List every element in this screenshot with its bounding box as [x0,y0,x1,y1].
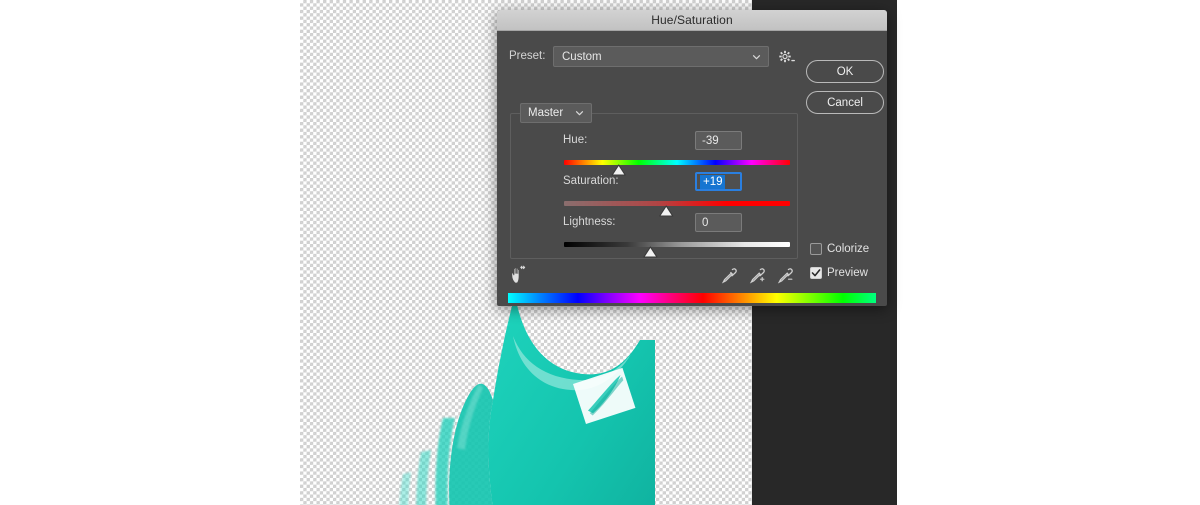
lightness-label: Lightness: [563,216,616,228]
hue-value: -39 [702,134,719,147]
hand-scrubby-icon[interactable] [509,265,527,284]
saturation-thumb[interactable] [658,205,675,218]
preview-label: Preview [827,267,868,279]
lightness-track[interactable] [564,242,790,247]
dialog-body: Preset: Custom OK Cancel Master Hue: -39… [497,31,887,306]
colorize-label: Colorize [827,243,870,255]
screenshot-root: Hue/Saturation Preset: Custom OK Cancel … [0,0,1200,505]
dialog-titlebar[interactable]: Hue/Saturation [497,10,887,31]
source-hue-bar[interactable] [508,293,876,303]
lightness-value: 0 [702,216,709,229]
gear-icon[interactable] [778,49,795,65]
ok-button[interactable]: OK [806,60,884,83]
adjustment-fieldset: Master Hue: -39 Saturation: +19 Lightnes… [510,103,798,259]
preview-checkbox-row[interactable]: Preview [810,267,868,279]
saturation-label: Saturation: [563,175,619,187]
cancel-button[interactable]: Cancel [806,91,884,114]
lightness-input[interactable]: 0 [695,213,742,232]
lightness-thumb[interactable] [642,246,659,259]
colorize-checkbox[interactable] [810,243,822,255]
channel-value: Master [528,107,564,119]
channel-dropdown[interactable]: Master [520,103,592,123]
hue-track[interactable] [564,160,790,165]
preset-label: Preset: [509,50,546,62]
hue-label: Hue: [563,134,588,146]
dialog-title: Hue/Saturation [651,13,733,27]
preview-checkbox[interactable] [810,267,822,279]
chevron-down-icon [752,52,761,61]
saturation-value: +19 [700,174,725,189]
colorize-checkbox-row[interactable]: Colorize [810,243,869,255]
saturation-input[interactable]: +19 [695,172,742,191]
hue-saturation-dialog[interactable]: Hue/Saturation Preset: Custom OK Cancel … [497,10,887,306]
preset-dropdown[interactable]: Custom [553,46,769,67]
preset-value: Custom [562,50,602,63]
eyedropper-minus-icon[interactable] [777,267,794,284]
artwork-teal-garment [395,300,655,505]
chevron-down-icon [575,109,584,118]
saturation-track[interactable] [564,201,790,206]
eyedropper-icon[interactable] [721,267,738,284]
hue-input[interactable]: -39 [695,131,742,150]
eyedropper-plus-icon[interactable] [749,267,766,284]
